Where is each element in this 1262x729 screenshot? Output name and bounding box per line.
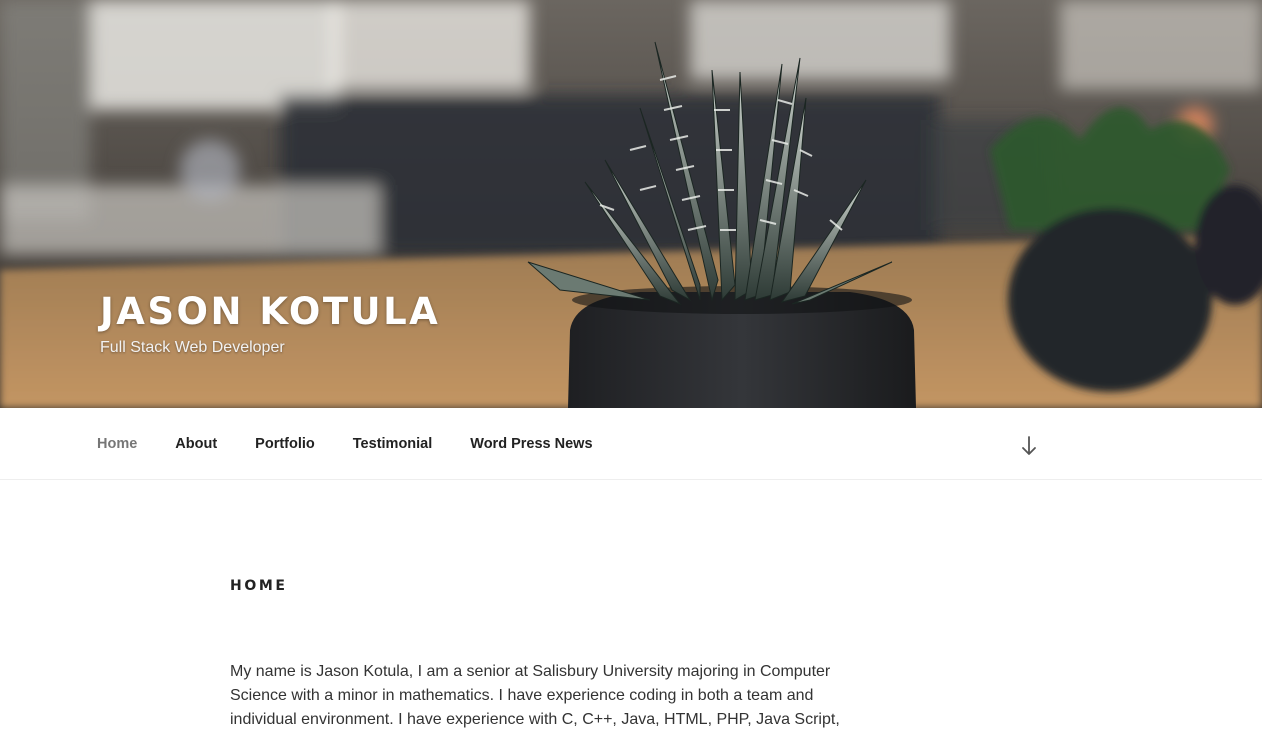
intro-line-2: Science with a minor in mathematics. I h… xyxy=(230,687,814,704)
site-description: Full Stack Web Developer xyxy=(100,339,285,356)
intro-line-1: My name is Jason Kotula, I am a senior a… xyxy=(230,663,831,680)
top-navigation: Home About Portfolio Testimonial Word Pr… xyxy=(0,408,1262,480)
menu-item-about[interactable]: About xyxy=(175,436,217,452)
page-content: HOME My name is Jason Kotula, I am a sen… xyxy=(0,480,1262,729)
main-menu: Home About Portfolio Testimonial Word Pr… xyxy=(97,408,631,480)
site-branding: JASON KOTULA Full Stack Web Developer xyxy=(100,290,440,357)
site-title[interactable]: JASON KOTULA xyxy=(100,290,440,334)
menu-item-testimonial[interactable]: Testimonial xyxy=(353,436,433,452)
intro-line-3: individual environment. I have experienc… xyxy=(230,711,840,728)
arrow-down-icon xyxy=(1022,436,1036,455)
page-title: HOME xyxy=(230,578,288,594)
entry-content: My name is Jason Kotula, I am a senior a… xyxy=(230,660,860,729)
menu-item-portfolio[interactable]: Portfolio xyxy=(255,436,315,452)
menu-item-word-press-news[interactable]: Word Press News xyxy=(470,436,592,452)
site-header: JASON KOTULA Full Stack Web Developer xyxy=(0,0,1262,408)
menu-item-home[interactable]: Home xyxy=(97,436,137,452)
scroll-down-button[interactable] xyxy=(1018,434,1040,458)
